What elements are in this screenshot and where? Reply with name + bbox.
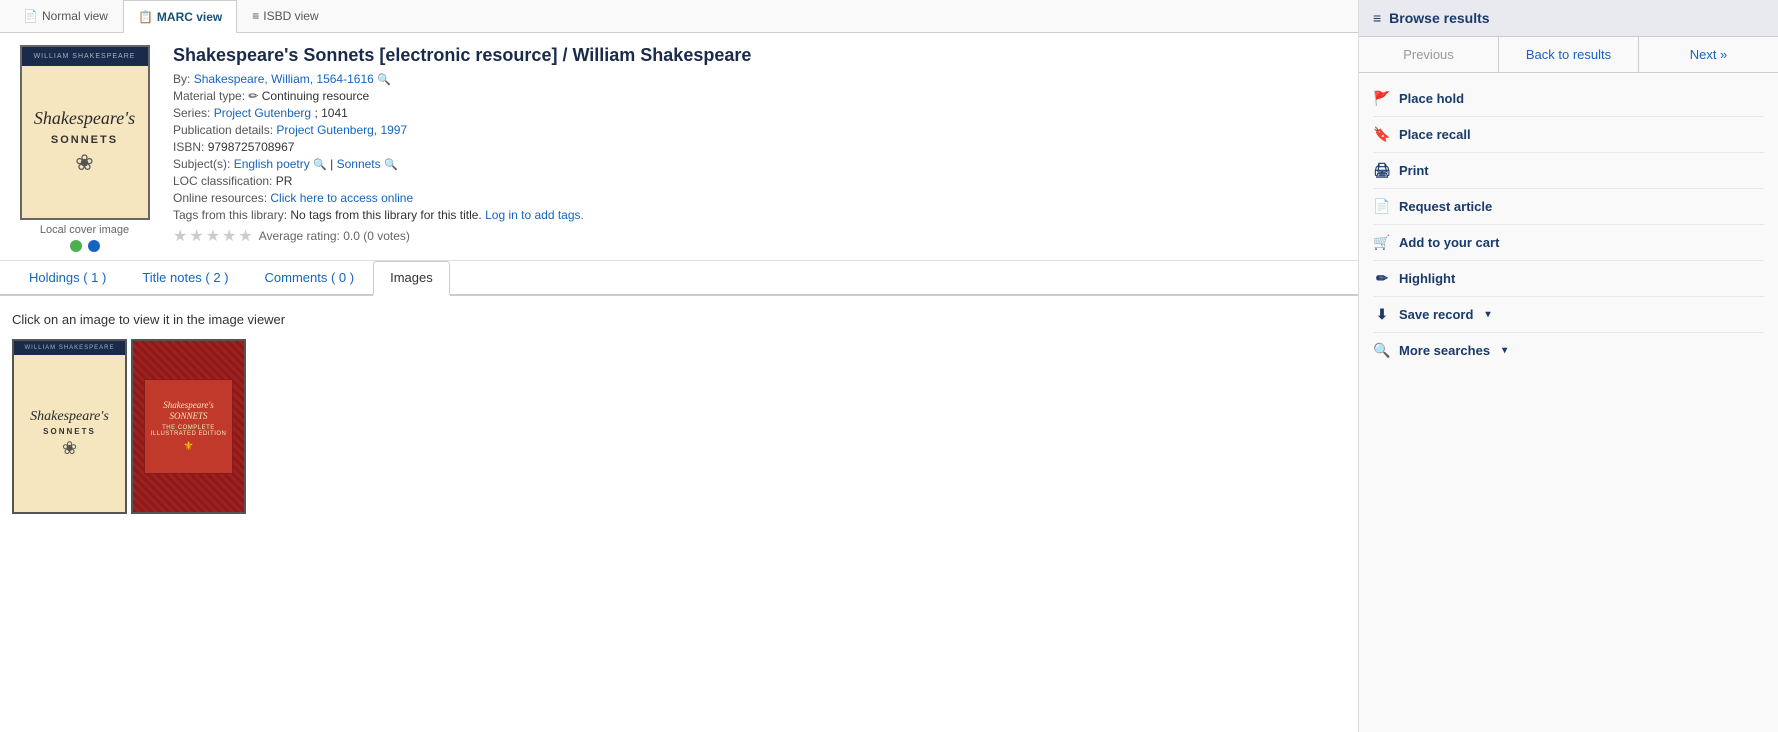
author-search-icon[interactable]: 🔍 bbox=[377, 74, 391, 86]
previous-button[interactable]: Previous bbox=[1359, 37, 1499, 72]
tab-images[interactable]: Images bbox=[373, 261, 450, 296]
sidebar-header: ≡ Browse results bbox=[1359, 0, 1778, 37]
author-link[interactable]: Shakespeare, William, 1564-1616 bbox=[194, 72, 374, 86]
image-thumbnail-2[interactable]: Shakespeare'sSONNETS THE COMPLETEILLUSTR… bbox=[131, 339, 246, 514]
book-info: Shakespeare's Sonnets [electronic resour… bbox=[173, 45, 1346, 252]
print-icon: 🖨 bbox=[1373, 162, 1391, 179]
star-4[interactable]: ★ bbox=[222, 226, 236, 246]
request-article-action[interactable]: 📄 Request article bbox=[1373, 189, 1764, 225]
sidebar: ≡ Browse results Previous Back to result… bbox=[1358, 0, 1778, 732]
cover-label: Local cover image bbox=[12, 224, 157, 236]
content-tabs-bar: Holdings ( 1 ) Title notes ( 2 ) Comment… bbox=[0, 261, 1358, 296]
tab-content-images: Click on an image to view it in the imag… bbox=[0, 296, 1358, 530]
book-cover-image[interactable]: WILLIAM SHAKESPEARE Shakespeare's SONNET… bbox=[20, 45, 150, 220]
tab-title-notes[interactable]: Title notes ( 2 ) bbox=[125, 261, 245, 294]
dot-blue bbox=[88, 240, 100, 252]
material-type-line: Material type: ✏ Continuing resource bbox=[173, 89, 1346, 103]
loc-value: PR bbox=[276, 174, 293, 188]
tags-text: No tags from this library for this title… bbox=[290, 208, 481, 222]
doc-icon: 📄 bbox=[23, 9, 38, 23]
series-line: Series: Project Gutenberg ; 1041 bbox=[173, 106, 1346, 120]
table-icon: 📋 bbox=[138, 10, 153, 24]
images-row: WILLIAM SHAKESPEARE Shakespeare's SONNET… bbox=[12, 339, 1346, 514]
book-cover-area: WILLIAM SHAKESPEARE Shakespeare's SONNET… bbox=[12, 45, 157, 252]
browse-results-title: Browse results bbox=[1389, 10, 1489, 26]
tab-isbd-view[interactable]: ≡ ISBD view bbox=[237, 0, 333, 32]
cart-icon: 🛒 bbox=[1373, 234, 1391, 251]
images-instruction: Click on an image to view it in the imag… bbox=[12, 312, 1346, 327]
subject-sonnets[interactable]: Sonnets bbox=[337, 157, 381, 171]
subjects-line: Subject(s): English poetry 🔍 | Sonnets 🔍 bbox=[173, 157, 1346, 171]
view-tabs-bar: 📄 Normal view 📋 MARC view ≡ ISBD view bbox=[0, 0, 1358, 33]
login-to-add-tags[interactable]: Log in to add tags. bbox=[485, 208, 584, 222]
subject2-search-icon[interactable]: 🔍 bbox=[384, 159, 398, 171]
tab-normal-view[interactable]: 📄 Normal view bbox=[8, 0, 123, 32]
star-3[interactable]: ★ bbox=[206, 226, 220, 246]
add-to-cart-action[interactable]: 🛒 Add to your cart bbox=[1373, 225, 1764, 261]
pub-details-line: Publication details: Project Gutenberg, … bbox=[173, 123, 1346, 137]
pencil-icon: ✏ bbox=[248, 89, 261, 103]
book-title: Shakespeare's Sonnets [electronic resour… bbox=[173, 45, 1346, 66]
star-rating[interactable]: ★ ★ ★ ★ ★ bbox=[173, 226, 253, 246]
flag-icon: 🚩 bbox=[1373, 90, 1391, 107]
star-5[interactable]: ★ bbox=[238, 226, 252, 246]
save-record-action[interactable]: ⬇ Save record ▾ bbox=[1373, 297, 1764, 333]
menu-icon: ≡ bbox=[1373, 10, 1381, 26]
more-searches-dropdown-arrow: ▾ bbox=[1502, 345, 1507, 356]
highlight-action[interactable]: ✏ Highlight bbox=[1373, 261, 1764, 297]
article-icon: 📄 bbox=[1373, 198, 1391, 215]
more-searches-icon: 🔍 bbox=[1373, 342, 1391, 359]
highlight-icon: ✏ bbox=[1373, 270, 1391, 287]
sidebar-actions: 🚩 Place hold 🔖 Place recall 🖨 Print 📄 Re… bbox=[1359, 73, 1778, 376]
image-thumbnail-1[interactable]: WILLIAM SHAKESPEARE Shakespeare's SONNET… bbox=[12, 339, 127, 514]
more-searches-action[interactable]: 🔍 More searches ▾ bbox=[1373, 333, 1764, 368]
subject-english-poetry[interactable]: English poetry bbox=[234, 157, 310, 171]
tags-line: Tags from this library: No tags from thi… bbox=[173, 208, 1346, 222]
print-action[interactable]: 🖨 Print bbox=[1373, 153, 1764, 189]
isbn-value: 9798725708967 bbox=[208, 140, 295, 154]
bookmark-icon: 🔖 bbox=[1373, 126, 1391, 143]
isbn-line: ISBN: 9798725708967 bbox=[173, 140, 1346, 154]
series-link[interactable]: Project Gutenberg bbox=[214, 106, 311, 120]
cover-dots bbox=[12, 240, 157, 252]
back-to-results-button[interactable]: Back to results bbox=[1499, 37, 1639, 72]
book-detail: WILLIAM SHAKESPEARE Shakespeare's SONNET… bbox=[0, 33, 1358, 261]
tab-marc-view[interactable]: 📋 MARC view bbox=[123, 0, 237, 33]
place-hold-action[interactable]: 🚩 Place hold bbox=[1373, 81, 1764, 117]
browse-navigation: Previous Back to results Next » bbox=[1359, 37, 1778, 73]
dot-green bbox=[70, 240, 82, 252]
download-icon: ⬇ bbox=[1373, 306, 1391, 323]
tab-comments[interactable]: Comments ( 0 ) bbox=[248, 261, 372, 294]
loc-line: LOC classification: PR bbox=[173, 174, 1346, 188]
place-recall-action[interactable]: 🔖 Place recall bbox=[1373, 117, 1764, 153]
pub-details-link[interactable]: Project Gutenberg, 1997 bbox=[276, 123, 407, 137]
lines-icon: ≡ bbox=[252, 9, 259, 23]
star-1[interactable]: ★ bbox=[173, 226, 187, 246]
subject1-search-icon[interactable]: 🔍 bbox=[313, 159, 327, 171]
save-record-dropdown-arrow: ▾ bbox=[1485, 309, 1490, 320]
tab-holdings[interactable]: Holdings ( 1 ) bbox=[12, 261, 123, 294]
online-access-link[interactable]: Click here to access online bbox=[270, 191, 413, 205]
rating-text: Average rating: 0.0 (0 votes) bbox=[259, 229, 410, 243]
rating-area: ★ ★ ★ ★ ★ Average rating: 0.0 (0 votes) bbox=[173, 226, 1346, 246]
next-button[interactable]: Next » bbox=[1639, 37, 1778, 72]
star-2[interactable]: ★ bbox=[189, 226, 203, 246]
online-resources-line: Online resources: Click here to access o… bbox=[173, 191, 1346, 205]
book-author-line: By: Shakespeare, William, 1564-1616 🔍 bbox=[173, 72, 1346, 86]
